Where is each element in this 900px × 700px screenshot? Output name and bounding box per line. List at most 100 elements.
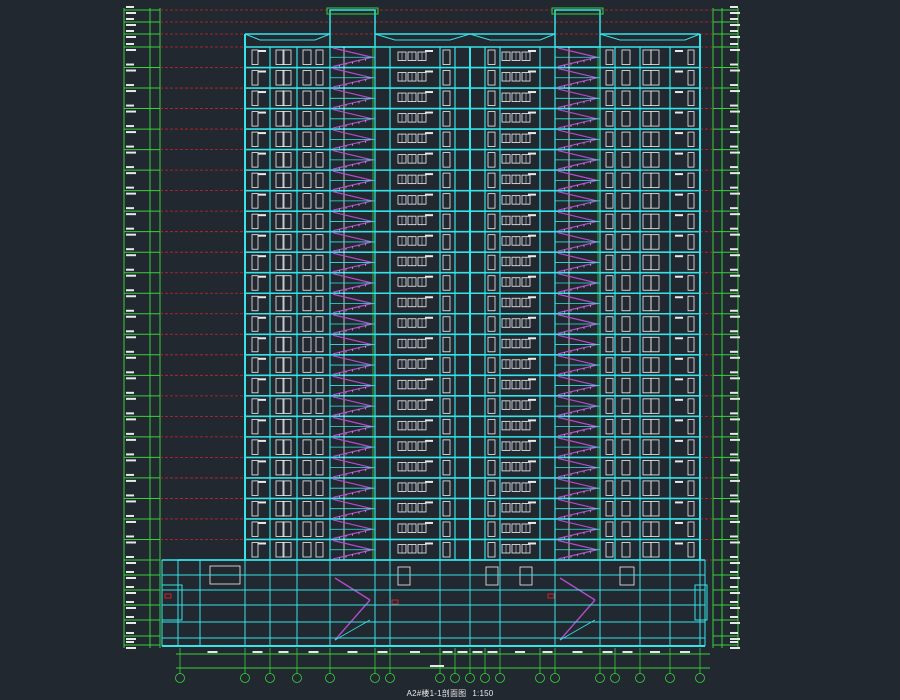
door-opening (251, 459, 259, 476)
door-opening (650, 70, 660, 86)
level-label-mark (730, 309, 738, 312)
stair-flight (332, 150, 373, 161)
door-opening (487, 131, 496, 148)
dimension-text-mark (572, 651, 583, 653)
level-label-mark (126, 110, 136, 113)
level-label-mark (126, 371, 134, 374)
door-opening (605, 131, 614, 148)
door-opening (687, 275, 695, 291)
level-label-mark (126, 213, 136, 216)
level-label-mark (730, 43, 738, 45)
level-label-mark (730, 571, 738, 573)
door-opening (621, 111, 631, 127)
level-label-mark (730, 227, 738, 230)
room-tag (425, 296, 433, 299)
door-opening (642, 111, 652, 127)
door-opening (487, 542, 496, 558)
door-opening (302, 459, 312, 476)
door-opening (621, 234, 631, 250)
door-opening (251, 439, 259, 455)
stair-flight (557, 539, 598, 551)
level-label-mark (730, 186, 738, 189)
level-label-mark (730, 453, 738, 456)
room-tag (425, 173, 433, 176)
door-opening (315, 439, 324, 455)
level-label-mark (126, 49, 136, 51)
room-tag (528, 50, 536, 52)
door-opening (650, 398, 660, 414)
level-label-mark (126, 268, 134, 271)
stair-flight (557, 314, 598, 325)
door-opening (251, 254, 259, 271)
door-opening (605, 234, 614, 250)
axis-bubble (450, 673, 460, 683)
door-opening (642, 131, 652, 148)
roof-slope (244, 33, 331, 41)
level-label-mark (126, 12, 136, 14)
room-tag (528, 439, 536, 442)
room-tag (258, 337, 266, 340)
door-opening (251, 480, 259, 496)
door-opening (302, 70, 312, 86)
door-opening (442, 131, 451, 148)
door-opening (302, 357, 312, 373)
door-opening (302, 316, 312, 332)
room-tag (528, 316, 536, 319)
door-opening (315, 70, 324, 86)
door-opening (687, 111, 695, 127)
room-tag (258, 542, 266, 545)
door-opening (251, 501, 259, 517)
room-tag (675, 132, 683, 135)
stair-flight (332, 170, 373, 181)
door-opening (487, 234, 496, 250)
level-label-mark (126, 622, 136, 624)
room-tag (528, 460, 536, 463)
level-label-mark (730, 641, 738, 643)
stair-flight (557, 47, 598, 58)
window-openings (209, 49, 695, 586)
room-tag (675, 337, 683, 340)
room-tag (258, 378, 266, 381)
room-tag (675, 501, 683, 504)
door-opening (687, 480, 695, 496)
door-opening (605, 70, 614, 86)
door-opening (442, 70, 451, 86)
door-opening (687, 316, 695, 332)
room-tag (425, 439, 433, 442)
level-label-mark (730, 330, 738, 333)
room-tag (258, 480, 266, 483)
axis-bubble (175, 673, 185, 683)
room-tag (675, 419, 683, 422)
level-label-mark (730, 541, 740, 544)
level-label-mark (126, 350, 134, 353)
door-opening (442, 480, 451, 496)
door-opening (605, 336, 614, 353)
podium-window (519, 566, 533, 586)
door-opening (605, 213, 614, 230)
door-opening (687, 193, 695, 209)
stair-flight (557, 457, 598, 469)
door-opening (621, 90, 631, 106)
level-label-mark (126, 69, 136, 72)
door-opening (650, 193, 660, 209)
stair-flight (332, 334, 373, 346)
room-tag (675, 357, 683, 360)
room-tag (528, 173, 536, 176)
room-tag (528, 398, 536, 401)
door-opening (650, 111, 660, 127)
dimension-text-mark (278, 651, 289, 653)
room-tag (528, 91, 536, 94)
door-opening (442, 49, 451, 65)
stair-flight (332, 416, 373, 428)
room-tag (425, 501, 433, 504)
door-opening (487, 336, 496, 353)
room-tag (425, 91, 433, 94)
level-label-mark (730, 268, 738, 271)
room-tag (258, 111, 266, 114)
door-opening (315, 193, 324, 209)
stair-flight (557, 191, 598, 202)
level-label-mark (730, 556, 738, 558)
door-opening (487, 90, 496, 106)
level-label-mark (126, 397, 136, 400)
roof-parapet (326, 7, 379, 15)
